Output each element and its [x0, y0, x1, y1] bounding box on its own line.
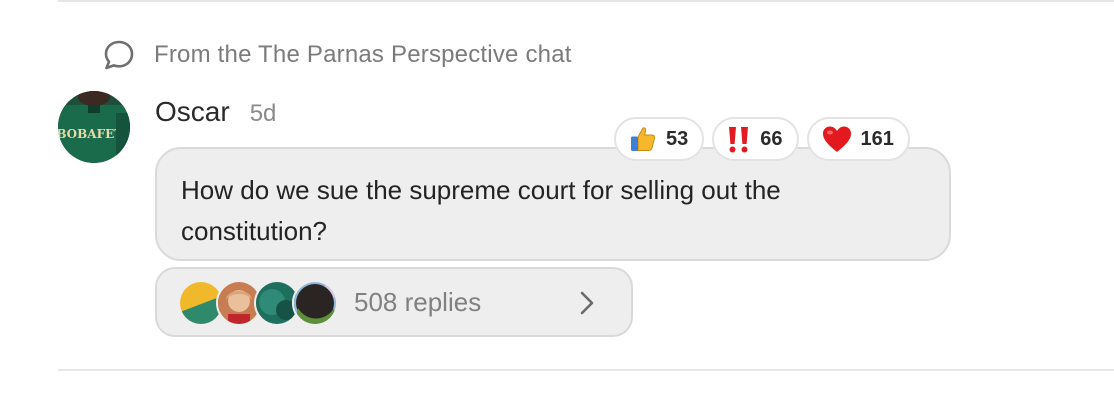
reaction-thumbs-up[interactable]: 53: [614, 117, 705, 161]
reaction-count: 66: [760, 127, 783, 150]
chat-source[interactable]: From the The Parnas Perspective chat: [102, 38, 572, 72]
avatar[interactable]: BOBAFETT: [58, 91, 130, 163]
reply-avatars: [178, 280, 346, 326]
chat-source-label: From the The Parnas Perspective chat: [154, 41, 572, 68]
bottom-divider: [58, 369, 1114, 371]
reaction-double-exclamation[interactable]: 66: [712, 117, 799, 161]
message-text: How do we sue the supreme court for sell…: [181, 175, 781, 246]
message-timestamp: 5d: [249, 100, 277, 127]
double-exclamation-icon: [729, 127, 749, 153]
replies-count: 508 replies: [354, 286, 482, 317]
red-heart-icon: [822, 126, 851, 152]
top-divider: [58, 0, 1114, 2]
thumbs-up-icon: [631, 127, 656, 151]
chevron-right-icon: [580, 291, 594, 315]
message-header: Oscar 5d: [155, 96, 276, 128]
chat-thread-card: From the The Parnas Perspective chat BOB…: [0, 0, 1114, 400]
reactions-bar: 53 66 161: [614, 117, 910, 161]
message-bubble[interactable]: How do we sue the supreme court for sell…: [155, 147, 951, 261]
reaction-count: 161: [860, 127, 894, 150]
reaction-heart[interactable]: 161: [806, 117, 910, 161]
chat-bubble-icon: [104, 40, 134, 70]
author-name[interactable]: Oscar: [155, 96, 230, 128]
replies-button[interactable]: 508 replies: [155, 267, 633, 337]
reaction-count: 53: [666, 127, 689, 150]
reply-avatar: [292, 280, 338, 326]
